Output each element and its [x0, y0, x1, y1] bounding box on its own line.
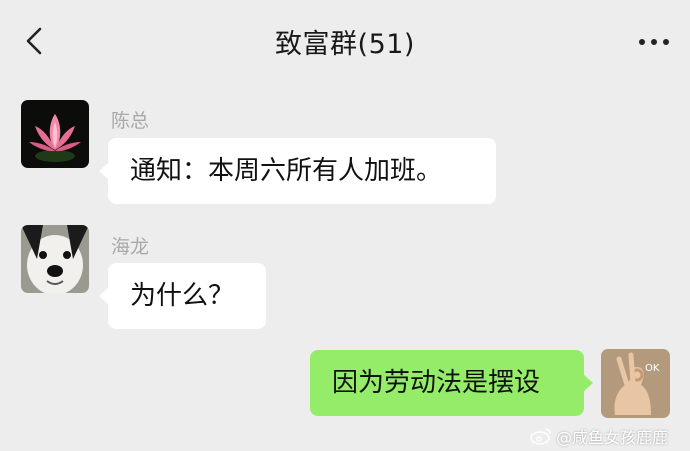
weibo-icon [530, 428, 551, 445]
sender-name: 陈总 [111, 110, 150, 132]
chat-header: 致富群(51) [0, 0, 690, 86]
chat-title: 致富群(51) [275, 29, 415, 60]
watermark: @咸鱼女孩鹿鹿 [530, 424, 668, 448]
sender-name: 海龙 [111, 236, 150, 258]
dog-avatar[interactable] [21, 225, 89, 293]
more-dots-icon[interactable] [634, 28, 674, 56]
ok-hand-avatar[interactable]: OK [601, 349, 670, 418]
message-bubble[interactable]: 通知：本周六所有人加班。 [99, 138, 496, 204]
message-bubble[interactable]: 因为劳动法是摆设 [310, 350, 593, 416]
message-bubble[interactable]: 为什么？ [99, 263, 266, 329]
lotus-avatar[interactable] [21, 100, 89, 168]
watermark-text: @咸鱼女孩鹿鹿 [556, 428, 669, 447]
avatar-badge-text: OK [645, 363, 660, 374]
